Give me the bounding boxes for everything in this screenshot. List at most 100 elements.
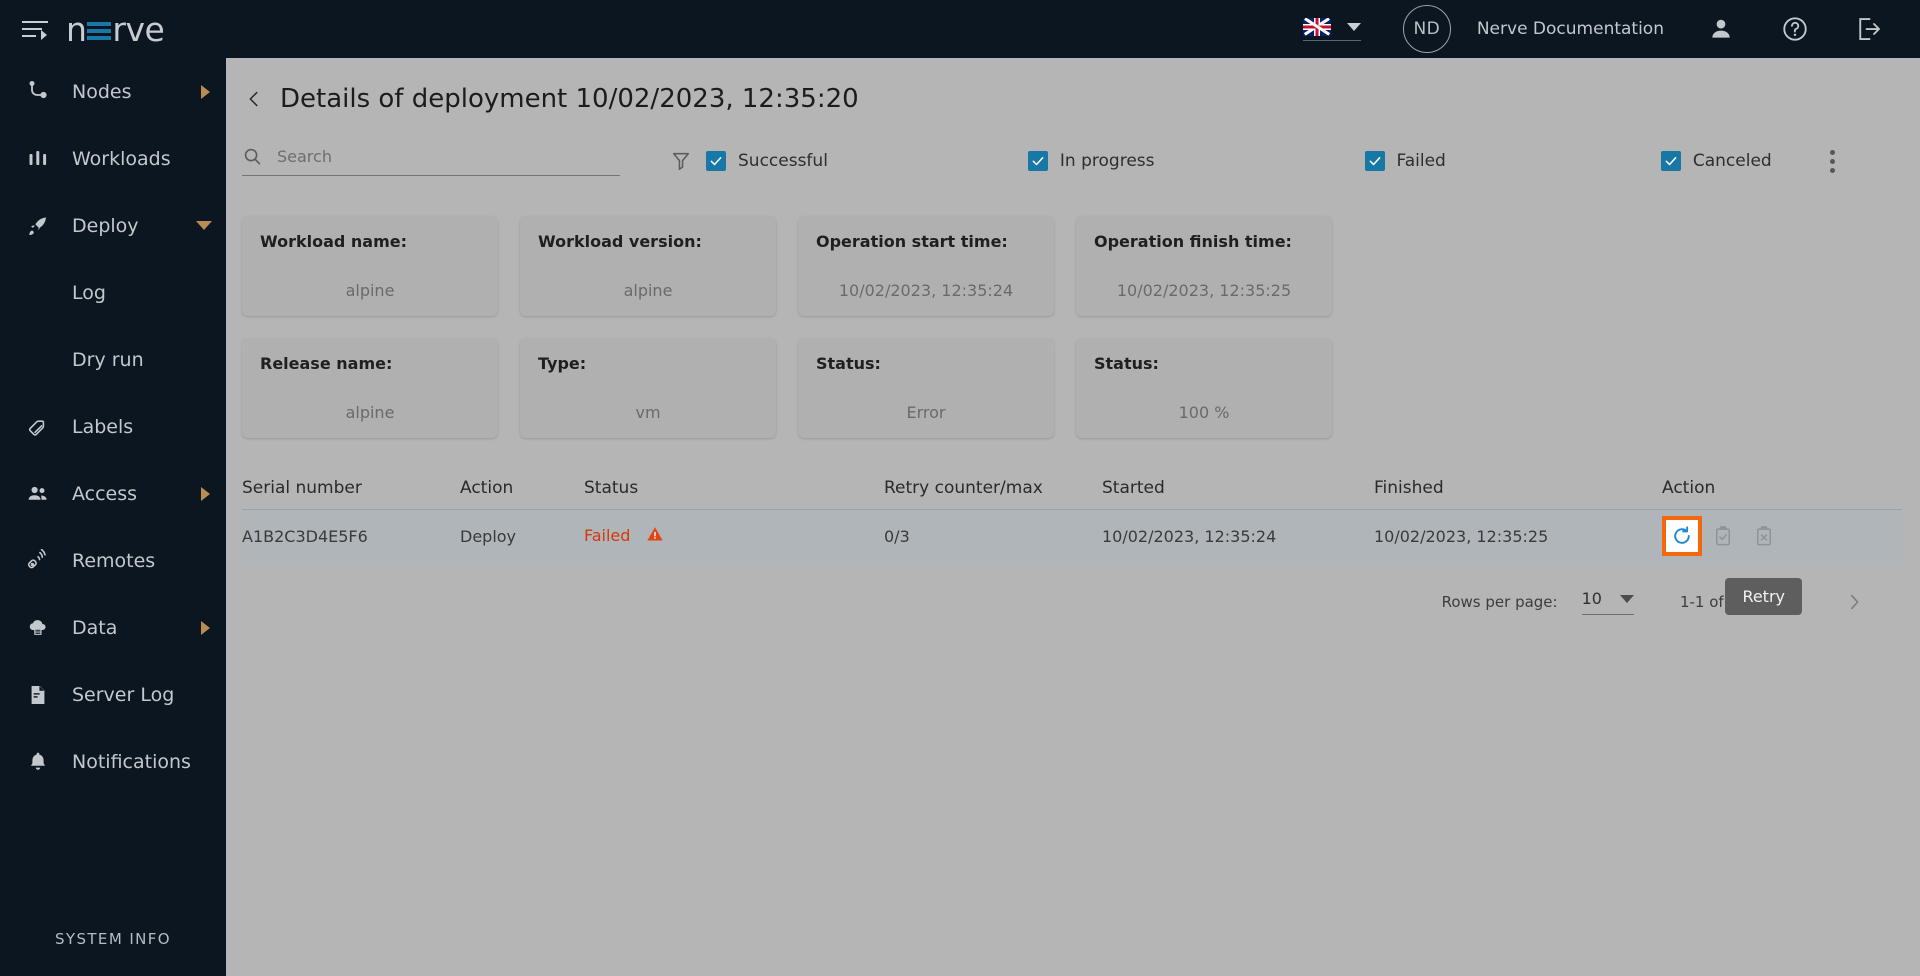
back-button[interactable] <box>242 87 266 111</box>
info-card-workload-name: Workload name: alpine <box>242 216 498 316</box>
filter-in-progress[interactable]: In progress <box>1027 151 1155 171</box>
nerve-logo: n rve <box>66 10 165 49</box>
next-page-button[interactable] <box>1840 588 1868 616</box>
rows-per-page-select[interactable]: 10 <box>1581 589 1634 615</box>
page-header: Details of deployment 10/02/2023, 12:35:… <box>226 58 1920 114</box>
access-users-icon <box>26 482 56 506</box>
sidebar-item-label: Nodes <box>72 80 132 103</box>
card-label: Status: <box>816 354 881 373</box>
filter-label: Failed <box>1396 151 1446 171</box>
sidebar-item-workloads[interactable]: Workloads <box>0 125 226 192</box>
cell-serial-number: A1B2C3D4E5F6 <box>242 526 368 546</box>
column-header-serial-number: Serial number <box>242 477 362 498</box>
cell-retry-counter: 0/3 <box>884 526 910 546</box>
card-value: Error <box>906 403 946 422</box>
avatar-initials: ND <box>1413 19 1441 39</box>
filter-successful[interactable]: Successful <box>706 151 828 171</box>
language-selector[interactable] <box>1302 17 1361 41</box>
sidebar-item-label: Notifications <box>72 750 191 773</box>
chevron-down-icon <box>1619 594 1634 603</box>
card-label: Release name: <box>260 354 393 373</box>
sidebar-item-access[interactable]: Access <box>0 460 226 527</box>
filter-canceled[interactable]: Canceled <box>1660 151 1772 171</box>
sidebar-item-log[interactable]: Log <box>0 259 226 326</box>
sidebar-item-data[interactable]: Data <box>0 594 226 661</box>
info-card-type: Type: vm <box>520 338 776 438</box>
chevron-right-icon <box>201 84 210 99</box>
info-card-release-name: Release name: alpine <box>242 338 498 438</box>
avatar[interactable]: ND <box>1402 5 1451 53</box>
search-input[interactable] <box>277 147 620 166</box>
remotes-icon <box>26 548 56 573</box>
info-card-workload-version: Workload version: alpine <box>520 216 776 316</box>
sidebar-item-label: Workloads <box>72 147 171 170</box>
info-card-grid: Workload name: alpine Workload version: … <box>226 182 1920 438</box>
card-value: alpine <box>345 281 395 300</box>
hamburger-menu-icon[interactable] <box>22 19 48 40</box>
checkbox-checked-icon <box>1364 151 1385 171</box>
column-header-started: Started <box>1102 477 1165 498</box>
status-filter-group: Successful In progress Failed Canceled <box>706 149 1836 173</box>
more-vertical-icon[interactable] <box>1830 149 1836 173</box>
bell-icon <box>26 750 56 774</box>
card-value: 100 % <box>1178 403 1230 422</box>
uk-flag-icon <box>1302 17 1331 36</box>
card-label: Status: <box>1094 354 1159 373</box>
header-right-group: ND Nerve Documentation <box>1302 0 1920 58</box>
card-label: Workload version: <box>538 232 702 251</box>
chevron-right-icon <box>201 486 210 501</box>
card-value: alpine <box>345 403 395 422</box>
checkbox-checked-icon <box>1027 151 1048 171</box>
sidebar-item-server-log[interactable]: Server Log <box>0 661 226 728</box>
sidebar-item-deploy[interactable]: Deploy <box>0 192 226 259</box>
labels-tag-icon <box>26 415 56 439</box>
card-value: vm <box>635 403 661 422</box>
logout-icon[interactable] <box>1852 12 1886 46</box>
organization-name: Nerve Documentation <box>1476 19 1664 39</box>
search-icon <box>242 146 263 167</box>
filter-label: Canceled <box>1692 151 1772 171</box>
sidebar-item-label: Server Log <box>72 683 175 706</box>
column-header-action-buttons: Action <box>1662 477 1716 498</box>
column-header-action: Action <box>460 477 514 498</box>
cell-finished: 10/02/2023, 12:35:25 <box>1374 526 1549 546</box>
retry-button[interactable] <box>1662 516 1702 556</box>
sidebar-item-remotes[interactable]: Remotes <box>0 527 226 594</box>
sidebar-item-nodes[interactable]: Nodes <box>0 58 226 125</box>
rows-per-page-value: 10 <box>1581 589 1602 608</box>
warning-triangle-icon <box>646 527 664 547</box>
info-card-operation-start-time: Operation start time: 10/02/2023, 12:35:… <box>798 216 1054 316</box>
workloads-icon <box>26 147 56 171</box>
system-info-label[interactable]: SYSTEM INFO <box>0 930 226 948</box>
cell-action-buttons <box>1662 516 1902 556</box>
chevron-down-icon <box>1346 22 1361 31</box>
sidebar-item-labels[interactable]: Labels <box>0 393 226 460</box>
sidebar-item-notifications[interactable]: Notifications <box>0 728 226 795</box>
cancel-button <box>1744 516 1784 556</box>
sidebar-item-label: Labels <box>72 415 134 438</box>
card-label: Operation start time: <box>816 232 1008 251</box>
pagination-bar: Rows per page: 10 1-1 of 1 Retry <box>242 578 1902 616</box>
column-header-retry-counter: Retry counter/max <box>884 477 1043 498</box>
sidebar-navigation: Nodes Workloads Deploy Log Dry run Label… <box>0 58 226 976</box>
funnel-filter-icon[interactable] <box>670 150 692 172</box>
info-card-status: Status: Error <box>798 338 1054 438</box>
tooltip: Retry <box>1725 578 1802 615</box>
sidebar-item-label: Remotes <box>72 549 156 572</box>
cell-started: 10/02/2023, 12:35:24 <box>1102 526 1277 546</box>
filter-failed[interactable]: Failed <box>1364 151 1446 171</box>
user-icon[interactable] <box>1704 12 1738 46</box>
data-cloud-icon <box>26 616 56 640</box>
sidebar-item-label: Access <box>72 482 138 505</box>
row-action-group <box>1662 516 1784 556</box>
card-label: Operation finish time: <box>1094 232 1292 251</box>
deployment-table: Serial number Action Status Retry counte… <box>226 466 1920 616</box>
sidebar-item-dry-run[interactable]: Dry run <box>0 326 226 393</box>
table-header-row: Serial number Action Status Retry counte… <box>242 466 1902 510</box>
help-question-icon[interactable] <box>1778 12 1812 46</box>
server-log-icon <box>26 683 56 707</box>
status-badge: Failed <box>584 526 631 545</box>
search-box[interactable] <box>242 146 620 176</box>
table-row[interactable]: A1B2C3D4E5F6 Deploy Failed 0/3 10/02/202… <box>242 510 1902 562</box>
nodes-icon <box>26 80 56 104</box>
